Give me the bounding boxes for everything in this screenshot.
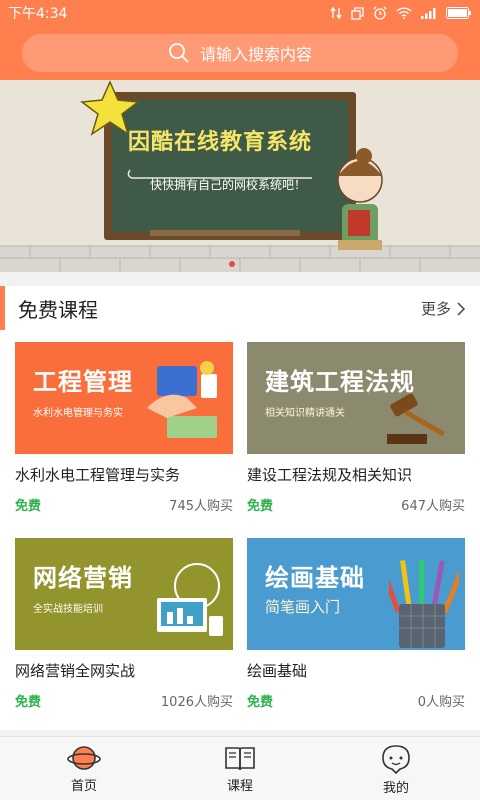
banner-subtitle: 快快拥有自己的网校系统吧！: [150, 178, 307, 192]
section-header: 免费课程 更多: [0, 286, 480, 330]
thumb-subtitle: 水利水电管理与务实: [33, 408, 123, 419]
course-price: 免费: [15, 499, 42, 514]
pencil-cup-icon: [389, 560, 459, 648]
course-buyers: 0人购买: [417, 695, 465, 710]
status-time: 下午4:34: [8, 6, 68, 22]
banner-title: 因酷在线教育系统: [128, 130, 313, 155]
course-thumbnail: 工程管理 水利水电管理与务实: [15, 342, 233, 454]
section-accent-bar: [0, 286, 5, 330]
signal-icon: [421, 8, 436, 19]
banner[interactable]: 因酷在线教育系统 快快拥有自己的网校系统吧！: [0, 80, 480, 272]
thumb-subtitle: 全实战技能培训: [33, 604, 103, 615]
course-price: 免费: [247, 499, 274, 514]
book-icon: [225, 747, 255, 771]
course-buyers: 647人购买: [401, 499, 465, 514]
thumb-subtitle: 简笔画入门: [265, 598, 341, 616]
search-icon: [169, 43, 189, 63]
battery-icon: [446, 7, 471, 19]
alarm-icon: [373, 6, 387, 20]
course-thumbnail: 建筑工程法规 相关知识精讲通关: [247, 342, 465, 454]
thumb-title: 绘画基础: [265, 564, 365, 592]
course-name: 水利水电工程管理与实务: [15, 466, 181, 484]
course-meta: 免费 647人购买: [247, 495, 465, 514]
status-icons: [330, 6, 472, 20]
data-arrows-icon: [330, 6, 342, 20]
course-meta: 免费 745人购买: [15, 495, 233, 514]
search-placeholder: 请输入搜索内容: [199, 45, 312, 64]
gavel-icon: [387, 393, 446, 444]
course-card[interactable]: 工程管理 水利水电管理与务实 水利水电工程管理与实务 免费 745人购买: [15, 342, 233, 514]
course-meta: 免费 0人购买: [247, 691, 465, 710]
status-bar: 下午4:34: [0, 0, 480, 26]
bottom-tab-bar: 首页 课程 我的: [0, 736, 480, 800]
course-price: 免费: [15, 695, 42, 710]
course-card[interactable]: 建筑工程法规 相关知识精讲通关 建设工程法规及相关知识 免费 647人购买: [247, 342, 465, 514]
course-buyers: 1026人购买: [160, 695, 233, 710]
tab-profile-label: 我的: [382, 781, 409, 796]
thumb-title: 工程管理: [33, 368, 133, 396]
course-price: 免费: [247, 695, 274, 710]
copy-icon: [351, 6, 364, 20]
home-planet-icon: [67, 746, 101, 770]
free-courses-section: 免费课程 更多 工程管理 水利水电管理与务实 水利水电工程管理与实务 免费 74…: [0, 286, 480, 730]
course-buyers: 745人购买: [169, 499, 233, 514]
course-meta: 免费 1026人购买: [15, 691, 233, 710]
course-card[interactable]: 绘画基础 简笔画入门 绘画基础 免费 0人购买: [247, 538, 465, 710]
course-card[interactable]: 网络营销 全实战技能培训 网络营销全网实战 免费 1026人购买: [15, 538, 233, 710]
header: 请输入搜索内容: [0, 26, 480, 80]
search-bar[interactable]: 请输入搜索内容: [22, 34, 458, 72]
chevron-right-icon: [457, 301, 466, 316]
section-title: 免费课程: [18, 298, 98, 322]
more-link[interactable]: 更多: [421, 298, 466, 319]
more-label: 更多: [420, 300, 451, 318]
tab-courses[interactable]: 课程: [190, 743, 290, 794]
tab-home-label: 首页: [70, 779, 97, 794]
profile-icon: [382, 745, 410, 775]
computer-icon: [157, 563, 223, 636]
course-thumbnail: 网络营销 全实战技能培训: [15, 538, 233, 650]
money-hand-icon: [147, 361, 217, 438]
course-name: 建设工程法规及相关知识: [247, 466, 413, 484]
course-name: 网络营销全网实战: [15, 662, 136, 680]
tab-home[interactable]: 首页: [34, 743, 134, 794]
course-thumbnail: 绘画基础 简笔画入门: [247, 538, 465, 650]
course-name: 绘画基础: [247, 662, 308, 680]
thumb-subtitle: 相关知识精讲通关: [265, 408, 345, 419]
thumb-title: 网络营销: [33, 564, 133, 592]
tab-courses-label: 课程: [226, 779, 253, 794]
tab-profile[interactable]: 我的: [346, 743, 446, 796]
wifi-icon: [396, 7, 412, 19]
